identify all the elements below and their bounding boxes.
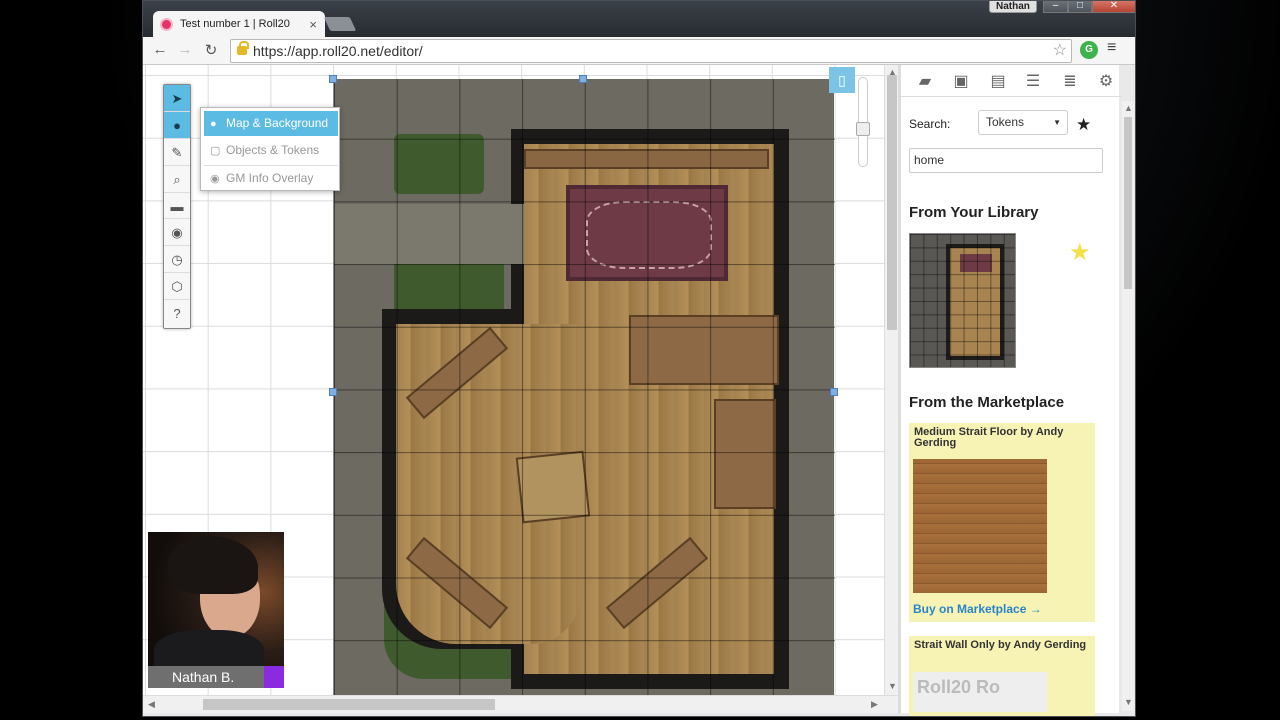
tab-title: Test number 1 | Roll20 [180, 18, 290, 30]
journal-icon[interactable]: ▤ [987, 71, 1009, 91]
zoom-icon[interactable]: ⌕ [164, 166, 190, 193]
chevron-down-icon: ▼ [1053, 118, 1061, 127]
search-label: Search: [909, 117, 951, 131]
player-color-swatch[interactable] [264, 666, 284, 688]
forward-arrow-icon[interactable]: → [175, 41, 195, 58]
eye-icon: ◉ [210, 173, 220, 185]
scroll-thumb[interactable] [1124, 117, 1132, 289]
browser-window: Test number 1 | Roll20 × Nathan – □ ✕ ← … [142, 0, 1136, 717]
browser-tab[interactable]: Test number 1 | Roll20 × [153, 11, 325, 37]
back-arrow-icon[interactable]: ← [150, 41, 170, 58]
map-image[interactable] [333, 79, 835, 695]
bookmark-star-icon[interactable]: ☆ [1053, 40, 1067, 62]
chat-icon[interactable]: ▰ [914, 71, 936, 91]
address-bar[interactable]: https://app.roll20.net/editor/ ☆ [230, 39, 1072, 63]
marketplace-item-title: Strait Wall Only by Andy Gerding [914, 639, 1087, 651]
canvas-vertical-scrollbar[interactable]: ▲ ▼ [884, 65, 898, 695]
scroll-down-icon[interactable]: ▼ [1124, 697, 1133, 707]
marketplace-item-title: Medium Strait Floor by Andy Gerding [914, 426, 1064, 449]
lock-icon [237, 41, 249, 55]
layer-marker-icon[interactable]: ● [164, 111, 190, 139]
tabletop-canvas[interactable]: ▯ ➤ ● ✎ ⌕ ▬ ◉ ◷ ⬡ ? ● Map & Background ▢ O… [143, 65, 884, 695]
layer-objects-tokens[interactable]: ▢ Objects & Tokens [204, 138, 338, 163]
turn-clock-icon[interactable]: ◷ [164, 246, 190, 274]
browser-menu-icon[interactable]: ≡ [1107, 39, 1116, 57]
favorites-star-icon[interactable]: ★ [1076, 115, 1091, 135]
tab-close-icon[interactable]: × [309, 17, 317, 32]
measure-ruler-icon[interactable]: ▬ [164, 193, 190, 220]
map-marker-icon: ● [210, 118, 217, 130]
marketplace-item[interactable]: Medium Strait Floor by Andy Gerding Buy … [909, 423, 1095, 622]
reload-icon[interactable]: ↻ [201, 41, 221, 59]
library-heading: From Your Library [909, 204, 1039, 221]
layer-menu: ● Map & Background ▢ Objects & Tokens ◉ GM … [200, 107, 340, 191]
resize-handle[interactable] [329, 388, 337, 396]
maximize-button[interactable]: □ [1068, 1, 1092, 13]
search-type-select[interactable]: Tokens ▼ [978, 110, 1068, 135]
layer-label: GM Info Overlay [226, 171, 314, 185]
url-text: https://app.roll20.net/editor/ [253, 43, 423, 59]
sidebar-scrollbar[interactable]: ▲ ▼ [1122, 101, 1134, 711]
scroll-thumb[interactable] [887, 75, 897, 330]
select-pointer-icon[interactable]: ➤ [164, 85, 190, 112]
search-input[interactable]: home [909, 148, 1103, 173]
favorite-star-icon[interactable]: ★ [1069, 238, 1091, 267]
jukebox-icon[interactable]: ≣ [1059, 71, 1081, 91]
fog-eye-icon[interactable]: ◉ [164, 219, 190, 247]
roll20-favicon-icon [160, 17, 173, 31]
tool-palette: ➤ ● ✎ ⌕ ▬ ◉ ◷ ⬡ ? [163, 84, 191, 329]
extension-icon[interactable]: G [1080, 41, 1098, 59]
zoom-slider[interactable] [856, 77, 870, 167]
dice-icon[interactable]: ⬡ [164, 273, 190, 301]
resize-handle[interactable] [329, 75, 337, 83]
library-item-thumbnail[interactable] [909, 233, 1016, 368]
art-library-icon[interactable]: ▣ [950, 71, 972, 91]
map-grid-overlay [334, 79, 835, 695]
marketplace-item-preview[interactable]: Roll20 Ro [913, 672, 1047, 712]
zoom-slider-knob[interactable] [856, 122, 870, 136]
scroll-right-icon[interactable]: ▶ [871, 699, 878, 710]
scroll-thumb[interactable] [203, 699, 495, 710]
resize-handle[interactable] [579, 75, 587, 83]
help-icon[interactable]: ? [164, 300, 190, 327]
player-video-feed: Nathan B. [148, 532, 284, 688]
scroll-up-icon[interactable]: ▲ [1124, 103, 1133, 113]
search-type-value: Tokens [986, 115, 1025, 129]
compendium-icon[interactable]: ☰ [1022, 71, 1044, 91]
resize-handle[interactable] [830, 388, 838, 396]
scroll-left-icon[interactable]: ◀ [148, 699, 155, 710]
layer-gm-overlay[interactable]: ◉ GM Info Overlay [204, 165, 338, 190]
close-window-button[interactable]: ✕ [1092, 1, 1135, 13]
canvas-horizontal-scrollbar[interactable]: ◀ ▶ [143, 695, 898, 713]
scroll-down-icon[interactable]: ▼ [888, 681, 897, 691]
marketplace-heading: From the Marketplace [909, 394, 1065, 411]
marketplace-item[interactable]: Strait Wall Only by Andy Gerding Roll20 … [909, 636, 1095, 716]
settings-icon[interactable]: ⚙ [1095, 71, 1117, 91]
new-tab-button[interactable] [323, 17, 357, 31]
layer-label: Objects & Tokens [226, 143, 320, 157]
profile-button[interactable]: Nathan [989, 1, 1037, 13]
browser-toolbar: ← → ↻ https://app.roll20.net/editor/ ☆ G… [143, 37, 1135, 65]
layer-label: Map & Background [226, 116, 329, 130]
tab-strip: Test number 1 | Roll20 × Nathan – □ ✕ [143, 1, 1135, 37]
buy-link[interactable]: Buy on Marketplace → [913, 602, 1042, 616]
layer-map-background[interactable]: ● Map & Background [204, 111, 338, 136]
thumb-grid [910, 234, 1015, 367]
notes-icon[interactable]: ▯ [829, 67, 855, 93]
sidebar-tabs: ▰ ▣ ▤ ☰ ≣ ⚙ [901, 65, 1122, 97]
minimize-button[interactable]: – [1043, 1, 1068, 13]
marketplace-item-preview[interactable] [913, 459, 1047, 593]
right-sidebar: ▰ ▣ ▤ ☰ ≣ ⚙ Search: Tokens ▼ ★ home From … [898, 65, 1134, 716]
cube-icon: ▢ [210, 145, 221, 157]
draw-brush-icon[interactable]: ✎ [164, 139, 190, 166]
